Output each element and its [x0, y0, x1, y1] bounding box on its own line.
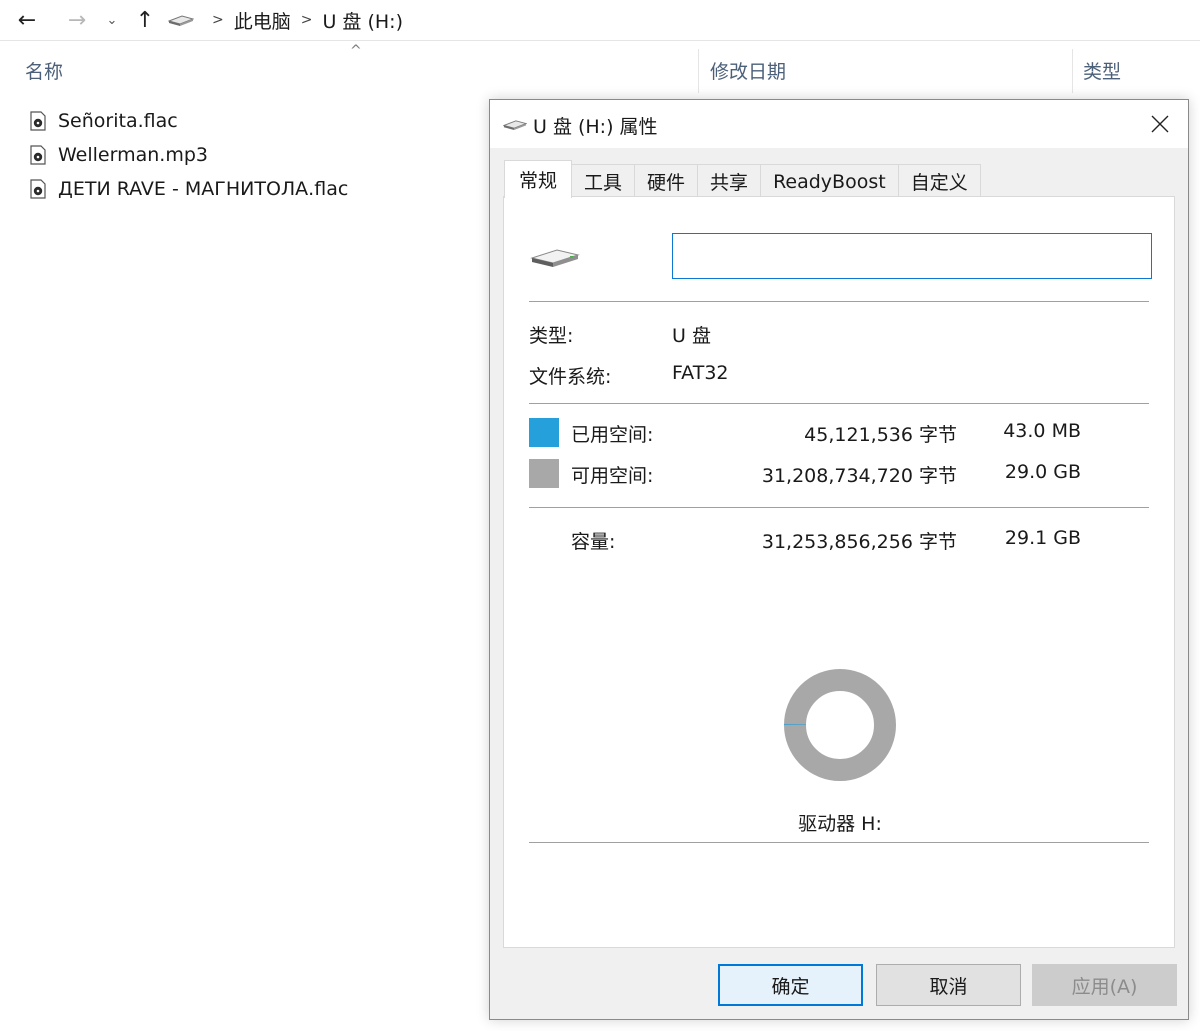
disk-usage-donut: [784, 669, 896, 781]
file-list: Señorita.flac Wellerman.mp3 ДЕТИ RAVE - …: [30, 104, 348, 206]
up-arrow-icon[interactable]: ↑: [130, 4, 160, 36]
dialog-title: U 盘 (H:) 属性: [533, 116, 658, 138]
sort-ascending-icon: ^: [350, 43, 362, 59]
file-name: Wellerman.mp3: [58, 144, 208, 166]
recent-locations-chevron-icon[interactable]: ⌄: [100, 4, 124, 36]
general-tab-panel: 类型: U 盘 文件系统: FAT32 已用空间: 45,121,536 字节 …: [503, 196, 1175, 948]
address-bar: ← → ⌄ ↑ > 此电脑 > U 盘 (H:): [0, 0, 1200, 41]
file-name: ДЕТИ RAVE - МАГНИТОЛА.flac: [58, 178, 349, 200]
tab-strip: 常规 工具 硬件 共享 ReadyBoost 自定义: [504, 160, 981, 198]
separator: [529, 507, 1149, 508]
file-name: Señorita.flac: [58, 110, 178, 132]
breadcrumb-usb-drive[interactable]: U 盘 (H:): [322, 7, 403, 34]
file-row[interactable]: ДЕТИ RAVE - МАГНИТОЛА.flac: [30, 172, 348, 206]
usb-drive-icon: [168, 15, 194, 26]
free-space-ring: [784, 669, 896, 781]
column-header-type[interactable]: 类型: [1083, 57, 1121, 84]
audio-file-icon: [30, 179, 46, 199]
ok-button[interactable]: 确定: [718, 964, 863, 1006]
usb-drive-icon: [530, 249, 580, 267]
audio-file-icon: [30, 111, 46, 131]
type-value: U 盘: [672, 325, 711, 347]
file-row[interactable]: Señorita.flac: [30, 104, 348, 138]
free-space-label: 可用空间:: [571, 465, 654, 487]
tab-sharing[interactable]: 共享: [698, 164, 762, 198]
column-header-name[interactable]: 名称: [25, 57, 63, 84]
column-divider[interactable]: [1072, 49, 1073, 93]
chevron-right-icon: >: [212, 12, 224, 28]
apply-button[interactable]: 应用(A): [1032, 964, 1177, 1006]
volume-label-input[interactable]: [672, 233, 1152, 279]
used-space-size: 43.0 MB: [1003, 420, 1081, 442]
separator: [529, 301, 1149, 302]
free-space-swatch: [529, 459, 559, 488]
cancel-button[interactable]: 取消: [876, 964, 1021, 1006]
separator: [529, 842, 1149, 843]
capacity-label: 容量:: [571, 531, 616, 553]
filesystem-label: 文件系统:: [529, 366, 612, 388]
column-header-date[interactable]: 修改日期: [710, 57, 786, 84]
capacity-size: 29.1 GB: [1004, 527, 1081, 549]
chevron-right-icon: >: [300, 12, 313, 28]
type-label: 类型:: [529, 325, 574, 347]
file-row[interactable]: Wellerman.mp3: [30, 138, 348, 172]
used-space-bytes: 45,121,536 字节: [804, 424, 957, 446]
properties-dialog: U 盘 (H:) 属性 常规 工具 硬件 共享 ReadyBoost 自定义 类…: [489, 99, 1189, 1020]
tab-readyboost[interactable]: ReadyBoost: [761, 164, 899, 198]
audio-file-icon: [30, 145, 46, 165]
back-arrow-icon[interactable]: ←: [12, 4, 42, 36]
used-space-label: 已用空间:: [571, 424, 654, 446]
separator: [529, 403, 1149, 404]
used-space-swatch: [529, 418, 559, 447]
filesystem-value: FAT32: [672, 362, 729, 384]
column-headers: ^ 名称 修改日期 类型: [0, 41, 1200, 99]
free-space-size: 29.0 GB: [1004, 461, 1081, 483]
tab-general[interactable]: 常规: [504, 160, 573, 198]
drive-label: 驱动器 H:: [798, 813, 882, 835]
usb-drive-icon: [503, 120, 527, 131]
tab-hardware[interactable]: 硬件: [635, 164, 699, 198]
tab-tools[interactable]: 工具: [572, 164, 636, 198]
forward-arrow-icon[interactable]: →: [62, 4, 92, 36]
breadcrumb-this-pc[interactable]: 此电脑: [234, 7, 291, 34]
capacity-bytes: 31,253,856,256 字节: [761, 531, 957, 553]
close-icon: [1151, 115, 1169, 133]
column-divider[interactable]: [698, 49, 699, 93]
dialog-titlebar[interactable]: U 盘 (H:) 属性: [490, 100, 1188, 148]
close-button[interactable]: [1132, 100, 1188, 148]
breadcrumb: > 此电脑 > U 盘 (H:): [168, 6, 403, 34]
free-space-bytes: 31,208,734,720 字节: [761, 465, 957, 487]
tab-customize[interactable]: 自定义: [898, 164, 981, 198]
